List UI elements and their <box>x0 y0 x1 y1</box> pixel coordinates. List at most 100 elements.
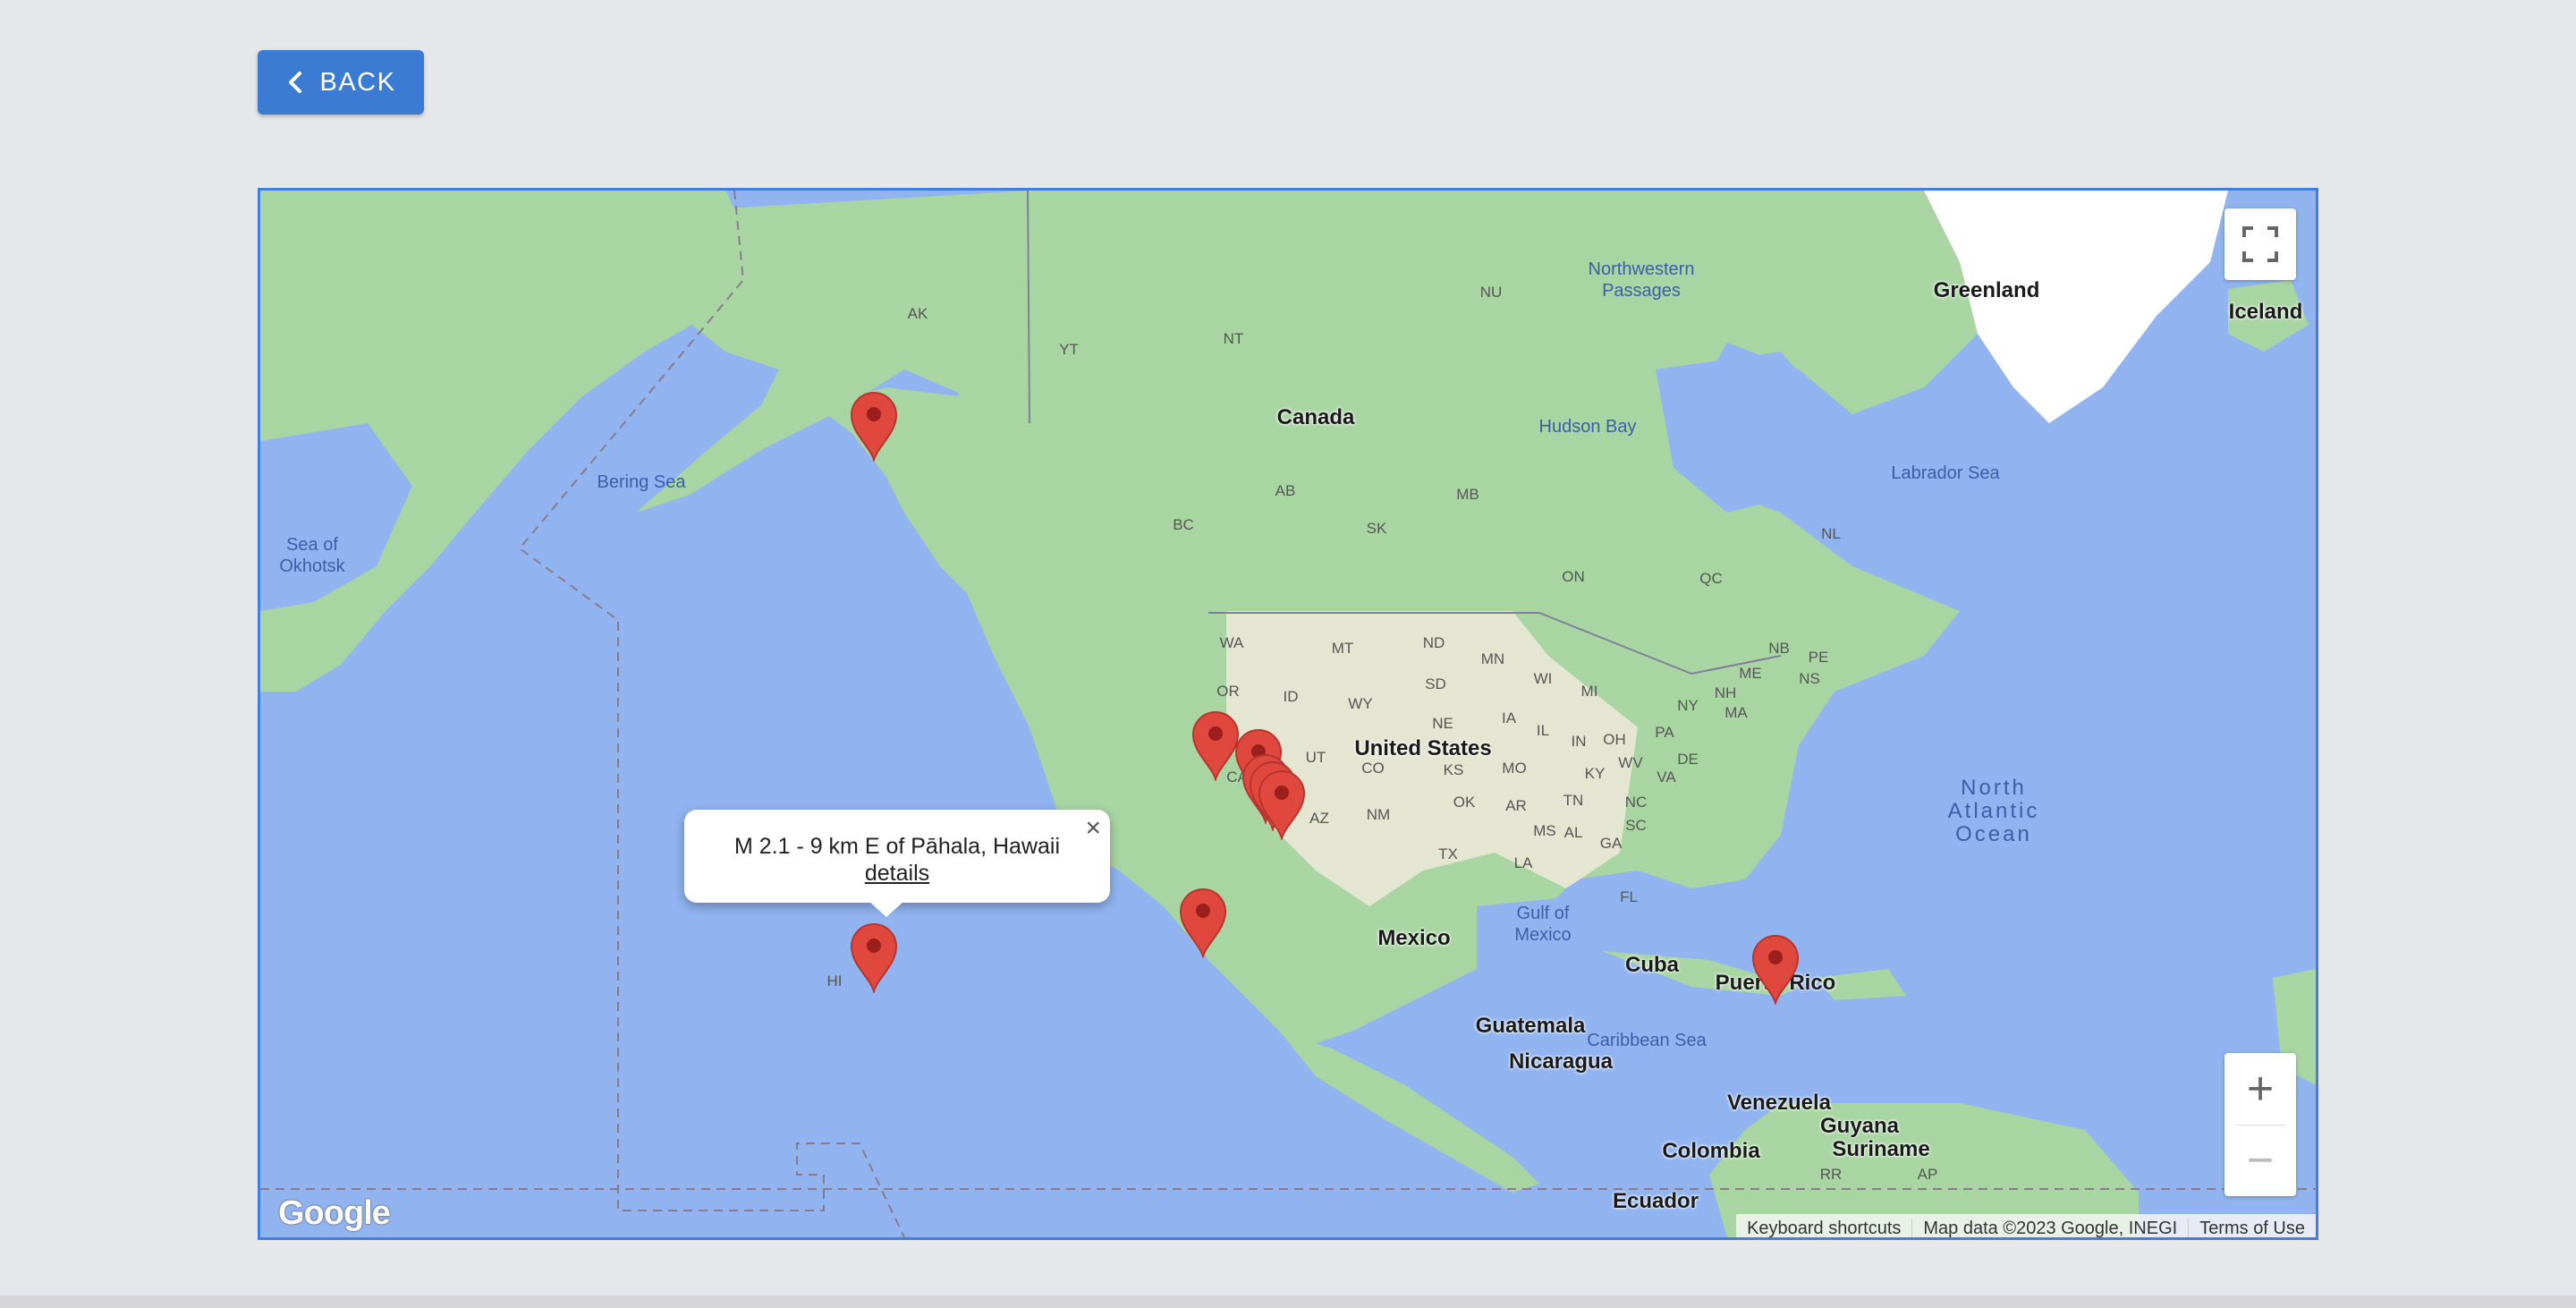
earthquake-marker[interactable] <box>1750 933 1801 1005</box>
label-state: WA <box>1219 634 1244 651</box>
label-state: VA <box>1657 769 1676 786</box>
label-state: MI <box>1580 683 1598 700</box>
zoom-in-button[interactable]: + <box>2224 1053 2296 1125</box>
map-data-text: Map data ©2023 Google, INEGI <box>1911 1218 2188 1237</box>
fullscreen-icon <box>2242 226 2278 262</box>
label-hudson-bay: Hudson Bay <box>1538 417 1637 437</box>
zoom-control: + − <box>2224 1053 2296 1196</box>
popup-title: M 2.1 - 9 km E of Pāhala, Hawaii <box>733 834 1061 859</box>
fullscreen-button[interactable] <box>2224 208 2296 280</box>
label-state: QC <box>1699 570 1723 587</box>
terms-link[interactable]: Terms of Use <box>2188 1218 2316 1237</box>
label-state: PE <box>1808 649 1829 666</box>
label-state: UT <box>1305 749 1326 766</box>
label-iceland: Iceland <box>2228 300 2303 324</box>
label-state: AZ <box>1309 810 1329 827</box>
label-state: NB <box>1768 640 1790 657</box>
label-state: NH <box>1714 684 1737 701</box>
earthquake-marker[interactable] <box>848 390 900 462</box>
label-sea-of-okhotsk: Sea of Okhotsk <box>279 535 345 576</box>
label-state: AL <box>1563 824 1583 841</box>
label-state: NT <box>1223 330 1244 347</box>
map-attribution: Keyboard shortcuts Map data ©2023 Google… <box>1736 1214 2316 1238</box>
label-state: SK <box>1366 520 1387 537</box>
label-state: WY <box>1348 695 1373 712</box>
label-northwestern-passages: Northwestern Passages <box>1588 259 1695 301</box>
label-state: SD <box>1425 675 1446 692</box>
marker-popup: × M 2.1 - 9 km E of Pāhala, Hawaii detai… <box>684 810 1110 917</box>
label-state: AR <box>1505 797 1527 814</box>
label-state: YT <box>1059 341 1079 358</box>
label-state: IN <box>1571 733 1587 750</box>
label-state: OK <box>1453 794 1476 811</box>
label-state: SC <box>1625 817 1647 834</box>
label-state: MN <box>1480 650 1505 667</box>
label-state: KS <box>1443 761 1464 778</box>
label-state: CO <box>1361 760 1385 777</box>
label-state: KY <box>1584 765 1606 782</box>
label-bering-sea: Bering Sea <box>597 472 686 492</box>
label-state: WI <box>1533 670 1553 687</box>
back-button[interactable]: BACK <box>258 50 424 115</box>
keyboard-shortcuts-link[interactable]: Keyboard shortcuts <box>1736 1219 1911 1238</box>
label-state: MB <box>1456 486 1479 503</box>
map-base <box>260 191 2316 1237</box>
earthquake-marker-hawaii[interactable] <box>848 922 900 993</box>
map[interactable]: Greenland Iceland Canada United States M… <box>258 188 2318 1240</box>
label-state: NE <box>1432 715 1453 732</box>
label-state: IL <box>1536 722 1550 739</box>
label-greenland: Greenland <box>1933 278 2040 302</box>
label-state: WV <box>1618 754 1643 771</box>
label-state: LA <box>1513 854 1533 871</box>
land-central-america <box>1280 1032 1539 1193</box>
label-state: NS <box>1799 670 1820 687</box>
label-state: PA <box>1655 724 1674 741</box>
label-state: MA <box>1724 704 1748 721</box>
label-state: ON <box>1562 568 1585 585</box>
label-state: BC <box>1173 516 1194 533</box>
label-north-atlantic-ocean: North Atlantic Ocean <box>1947 776 2040 846</box>
label-state: MS <box>1533 822 1556 839</box>
label-suriname: Suriname <box>1832 1137 1930 1161</box>
popup-tail <box>869 901 904 917</box>
label-guatemala: Guatemala <box>1475 1014 1586 1038</box>
label-state: TX <box>1438 845 1458 862</box>
window-bottom-edge <box>0 1295 2576 1308</box>
label-state: MT <box>1331 640 1354 657</box>
earthquake-marker[interactable] <box>1177 887 1229 958</box>
label-gulf-of-mexico: Gulf of Mexico <box>1514 904 1572 945</box>
label-state: AP <box>1917 1166 1938 1183</box>
label-united-states: United States <box>1354 736 1492 760</box>
label-state: RR <box>1819 1166 1843 1183</box>
label-state: DE <box>1677 751 1699 768</box>
label-state: ND <box>1422 634 1445 651</box>
label-state: ME <box>1739 665 1762 682</box>
label-state: AB <box>1275 482 1296 499</box>
label-state: TN <box>1563 792 1584 809</box>
label-state: OR <box>1216 683 1240 700</box>
label-state: GA <box>1599 835 1623 852</box>
label-colombia: Colombia <box>1662 1139 1760 1163</box>
label-caribbean-sea: Caribbean Sea <box>1587 1031 1707 1050</box>
label-state: OH <box>1603 731 1626 748</box>
label-mexico: Mexico <box>1377 926 1451 950</box>
label-state: HI <box>826 973 843 989</box>
label-canada: Canada <box>1276 405 1355 429</box>
back-button-label: BACK <box>319 67 396 97</box>
label-state: NU <box>1479 284 1503 301</box>
label-nicaragua: Nicaragua <box>1508 1049 1614 1074</box>
label-state: NC <box>1624 794 1648 811</box>
label-state: IA <box>1501 709 1517 726</box>
zoom-out-button[interactable]: − <box>2224 1125 2296 1196</box>
popup-details-link[interactable]: details <box>865 861 929 886</box>
label-ecuador: Ecuador <box>1612 1189 1699 1213</box>
label-guyana: Guyana <box>1819 1114 1900 1138</box>
close-icon[interactable]: × <box>1085 815 1101 842</box>
label-cuba: Cuba <box>1625 953 1679 977</box>
earthquake-marker[interactable] <box>1256 769 1308 840</box>
label-state: NM <box>1366 806 1391 823</box>
label-state: NY <box>1677 697 1699 714</box>
label-state: ID <box>1283 688 1299 705</box>
label-labrador-sea: Labrador Sea <box>1891 463 2000 483</box>
chevron-left-icon <box>288 72 301 93</box>
